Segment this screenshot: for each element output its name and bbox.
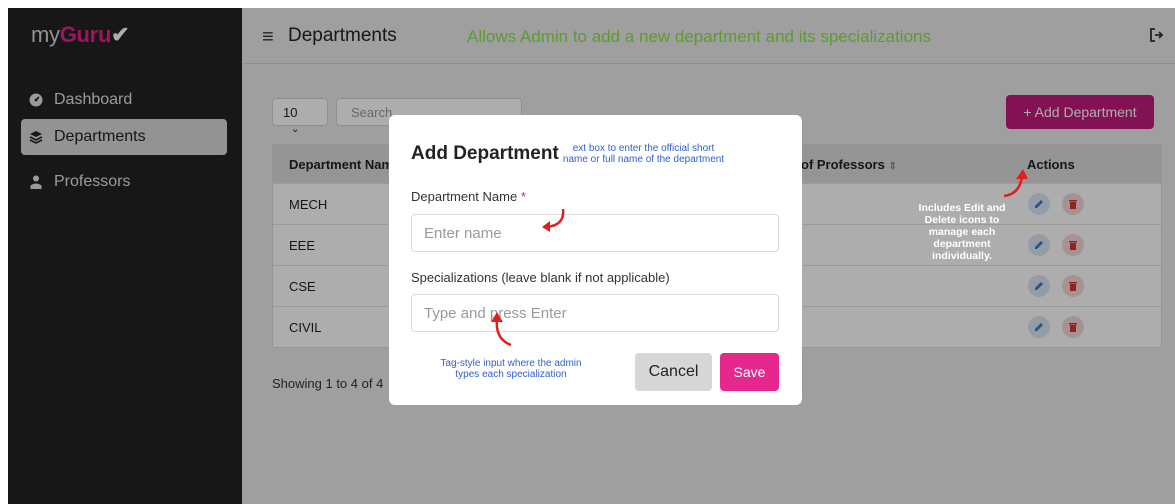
save-button[interactable]: Save — [720, 353, 779, 391]
add-department-modal: Add Department Department Name * Enter n… — [389, 115, 802, 405]
app-frame: myGuru✔ Dashboard Departments Professors… — [8, 8, 1175, 504]
cancel-button[interactable]: Cancel — [635, 353, 712, 391]
annotation-arrow-icon — [491, 312, 512, 347]
annotation-arrow-icon — [1003, 169, 1028, 198]
specializations-tag-input[interactable]: Type and press Enter — [411, 294, 779, 332]
department-name-placeholder: Enter name — [424, 225, 502, 242]
annotation-name-box: ext box to enter the official short name… — [562, 143, 725, 165]
annotation-actions: Includes Edit and Delete icons to manage… — [918, 202, 1006, 262]
annotation-tag-input: Tag-style input where the admin types ea… — [440, 358, 582, 380]
required-mark: * — [520, 189, 526, 204]
specializations-label: Specializations (leave blank if not appl… — [411, 270, 670, 285]
department-name-label: Department Name * — [411, 189, 526, 204]
department-name-input[interactable]: Enter name — [411, 214, 779, 252]
annotation-arrow-icon — [542, 208, 565, 232]
